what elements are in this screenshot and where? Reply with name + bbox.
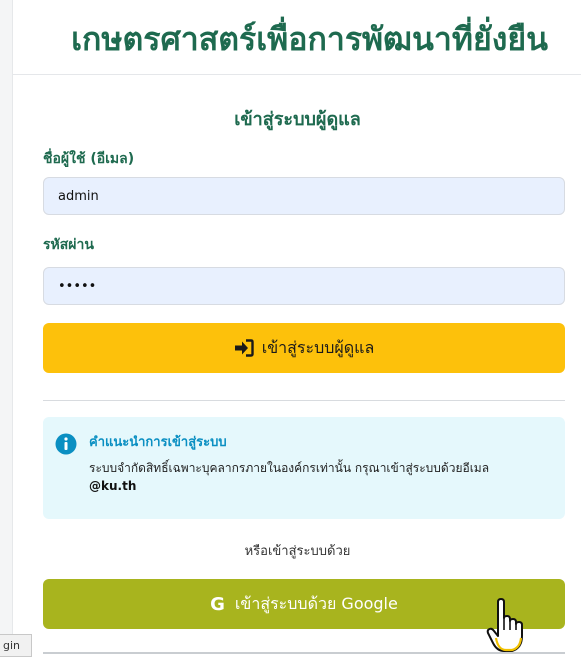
status-bar-text: gin	[0, 634, 32, 657]
site-title: เกษตรศาสตร์เพื่อการพัฒนาที่ยั่งยืน	[71, 20, 548, 58]
sign-in-icon	[234, 339, 254, 357]
username-input[interactable]	[43, 177, 565, 215]
password-label: รหัสผ่าน	[43, 237, 94, 253]
section-divider	[43, 400, 565, 401]
google-login-label: เข้าสู่ระบบด้วย Google	[234, 593, 398, 613]
notice-body: ระบบจำกัดสิทธิ์เฉพาะบุคลากรภายในองค์กรเท…	[89, 461, 490, 475]
login-card: เกษตรศาสตร์เพื่อการพัฒนาที่ยั่งยืน เข้าส…	[12, 0, 581, 657]
login-notice: คำแนะนำการเข้าสู่ระบบ ระบบจำกัดสิทธิ์เฉพ…	[43, 417, 565, 519]
notice-email-domain: @ku.th	[89, 479, 137, 493]
admin-login-button[interactable]: เข้าสู่ระบบผู้ดูแล	[43, 323, 565, 373]
notice-text: ระบบจำกัดสิทธิ์เฉพาะบุคลากรภายในองค์กรเท…	[89, 459, 551, 495]
alternative-login-text: หรือเข้าสู่ระบบด้วย	[244, 544, 351, 559]
notice-title: คำแนะนำการเข้าสู่ระบบ	[89, 435, 227, 450]
admin-login-label: เข้าสู่ระบบผู้ดูแล	[261, 337, 375, 357]
hand-pointer-icon	[486, 598, 523, 652]
info-circle-icon	[55, 433, 77, 455]
title-divider	[13, 74, 581, 75]
form-heading: เข้าสู่ระบบผู้ดูแล	[234, 109, 361, 130]
google-icon: G	[210, 593, 225, 615]
username-label: ชื่อผู้ใช้ (อีเมล)	[43, 151, 135, 167]
password-input[interactable]	[43, 267, 565, 305]
